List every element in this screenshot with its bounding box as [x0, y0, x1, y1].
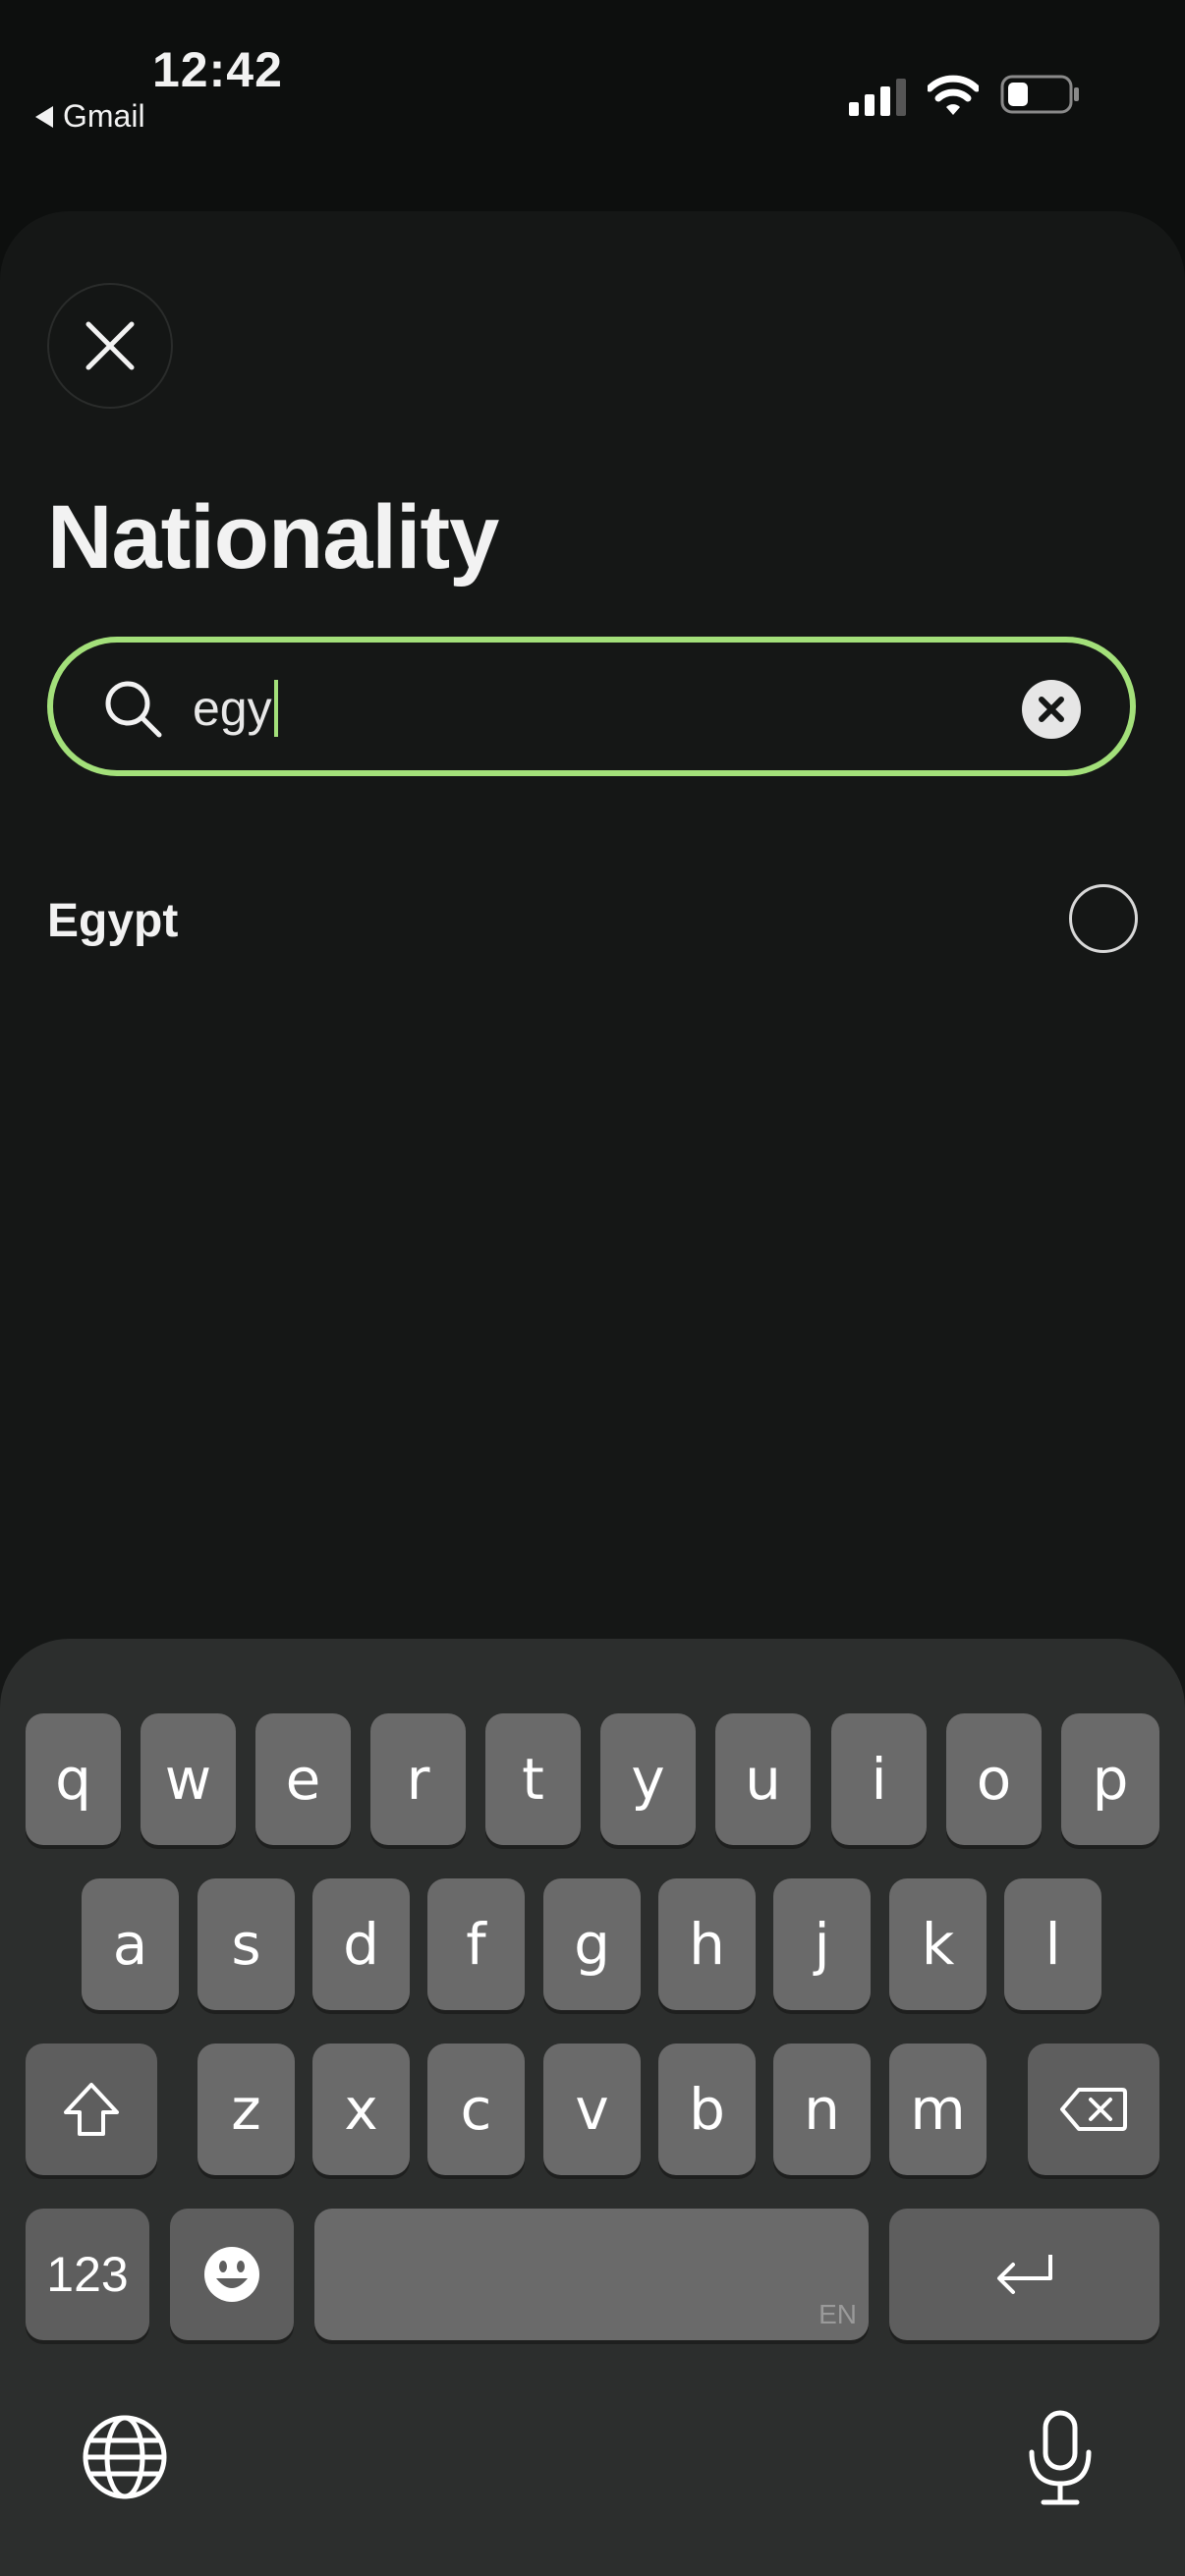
- close-button[interactable]: [47, 283, 173, 409]
- key-o[interactable]: o: [946, 1713, 1042, 1845]
- key-d[interactable]: d: [312, 1878, 410, 2010]
- search-input[interactable]: egy: [193, 678, 278, 739]
- key-e[interactable]: e: [255, 1713, 351, 1845]
- emoji-key[interactable]: [170, 2209, 294, 2340]
- key-n[interactable]: n: [773, 2044, 871, 2175]
- key-q[interactable]: q: [26, 1713, 121, 1845]
- status-bar: 12:42 Gmail: [0, 0, 1185, 157]
- shift-key[interactable]: [26, 2044, 157, 2175]
- space-language-label: EN: [818, 2299, 857, 2329]
- key-g[interactable]: g: [543, 1878, 641, 2010]
- return-icon: [996, 2255, 1052, 2294]
- wifi-icon: [928, 75, 979, 115]
- key-f[interactable]: f: [427, 1878, 525, 2010]
- backspace-key[interactable]: [1028, 2044, 1159, 2175]
- search-input-value: egy: [193, 681, 272, 736]
- key-h[interactable]: h: [658, 1878, 756, 2010]
- key-u[interactable]: u: [715, 1713, 811, 1845]
- key-w[interactable]: w: [141, 1713, 236, 1845]
- back-arrow-icon: [35, 105, 53, 128]
- key-k[interactable]: k: [889, 1878, 987, 2010]
- return-key[interactable]: [889, 2209, 1159, 2340]
- key-b[interactable]: b: [658, 2044, 756, 2175]
- back-to-app-button[interactable]: Gmail: [35, 98, 145, 135]
- key-s[interactable]: s: [198, 1878, 295, 2010]
- list-item-egypt[interactable]: Egypt: [47, 865, 1138, 982]
- key-l[interactable]: l: [1004, 1878, 1101, 2010]
- radio-button[interactable]: [1069, 884, 1138, 953]
- text-caret: [273, 680, 278, 737]
- key-x[interactable]: x: [312, 2044, 410, 2175]
- key-p[interactable]: p: [1061, 1713, 1159, 1845]
- battery-icon: [1000, 75, 1079, 114]
- key-a[interactable]: a: [82, 1878, 179, 2010]
- back-app-label: Gmail: [63, 98, 145, 134]
- emoji-icon: [204, 2247, 259, 2302]
- microphone-icon[interactable]: [1022, 2409, 1099, 2507]
- globe-icon[interactable]: [81, 2413, 169, 2501]
- shift-icon: [64, 2083, 119, 2136]
- backspace-icon: [1060, 2088, 1127, 2131]
- key-v[interactable]: v: [543, 2044, 641, 2175]
- key-i[interactable]: i: [831, 1713, 927, 1845]
- key-j[interactable]: j: [773, 1878, 871, 2010]
- clear-search-button[interactable]: [1022, 680, 1081, 739]
- keyboard: q w e r t y u i o p a s d f g h j k l z …: [0, 1639, 1185, 2576]
- search-field[interactable]: egy: [47, 637, 1136, 776]
- numbers-key[interactable]: 123: [26, 2209, 149, 2340]
- key-c[interactable]: c: [427, 2044, 525, 2175]
- page-title: Nationality: [47, 487, 499, 588]
- key-z[interactable]: z: [198, 2044, 295, 2175]
- clear-icon: [1039, 697, 1064, 722]
- key-t[interactable]: t: [485, 1713, 581, 1845]
- signal-icon: [849, 79, 906, 116]
- list-item-label: Egypt: [47, 895, 179, 947]
- close-icon: [85, 321, 135, 370]
- key-m[interactable]: m: [889, 2044, 987, 2175]
- key-r[interactable]: r: [370, 1713, 466, 1845]
- status-time: 12:42: [152, 42, 283, 97]
- key-y[interactable]: y: [600, 1713, 696, 1845]
- search-icon: [105, 681, 162, 738]
- space-key[interactable]: EN: [314, 2209, 869, 2340]
